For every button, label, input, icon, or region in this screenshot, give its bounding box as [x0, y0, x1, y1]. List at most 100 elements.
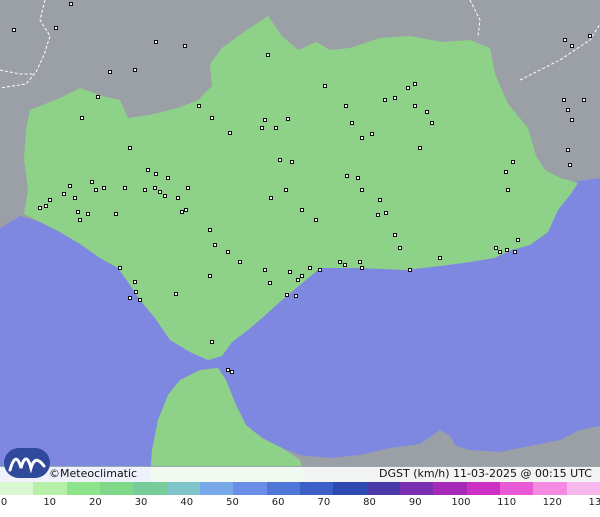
station-marker[interactable]: [384, 211, 388, 215]
station-marker[interactable]: [343, 263, 347, 267]
station-marker[interactable]: [370, 132, 374, 136]
station-marker[interactable]: [566, 108, 570, 112]
station-marker[interactable]: [360, 266, 364, 270]
station-marker[interactable]: [300, 208, 304, 212]
station-marker[interactable]: [513, 250, 517, 254]
station-marker[interactable]: [504, 170, 508, 174]
station-marker[interactable]: [176, 196, 180, 200]
station-marker[interactable]: [123, 186, 127, 190]
station-marker[interactable]: [300, 274, 304, 278]
station-marker[interactable]: [286, 117, 290, 121]
station-marker[interactable]: [186, 186, 190, 190]
station-marker[interactable]: [360, 136, 364, 140]
station-marker[interactable]: [376, 213, 380, 217]
station-marker[interactable]: [406, 86, 410, 90]
station-marker[interactable]: [582, 98, 586, 102]
station-marker[interactable]: [570, 44, 574, 48]
station-marker[interactable]: [158, 190, 162, 194]
station-marker[interactable]: [506, 188, 510, 192]
station-marker[interactable]: [323, 84, 327, 88]
station-marker[interactable]: [314, 218, 318, 222]
station-marker[interactable]: [143, 188, 147, 192]
station-marker[interactable]: [184, 208, 188, 212]
station-marker[interactable]: [228, 131, 232, 135]
station-marker[interactable]: [263, 268, 267, 272]
station-marker[interactable]: [413, 82, 417, 86]
station-marker[interactable]: [12, 28, 16, 32]
station-marker[interactable]: [210, 116, 214, 120]
station-marker[interactable]: [350, 121, 354, 125]
station-marker[interactable]: [511, 160, 515, 164]
station-marker[interactable]: [356, 176, 360, 180]
station-marker[interactable]: [344, 104, 348, 108]
station-marker[interactable]: [138, 298, 142, 302]
station-marker[interactable]: [133, 68, 137, 72]
station-marker[interactable]: [166, 176, 170, 180]
station-marker[interactable]: [285, 293, 289, 297]
station-marker[interactable]: [413, 104, 417, 108]
station-marker[interactable]: [154, 40, 158, 44]
station-marker[interactable]: [48, 198, 52, 202]
station-marker[interactable]: [96, 95, 100, 99]
station-marker[interactable]: [174, 292, 178, 296]
station-marker[interactable]: [268, 281, 272, 285]
station-marker[interactable]: [284, 188, 288, 192]
station-marker[interactable]: [44, 204, 48, 208]
station-marker[interactable]: [288, 270, 292, 274]
station-marker[interactable]: [68, 184, 72, 188]
station-marker[interactable]: [80, 116, 84, 120]
station-marker[interactable]: [383, 98, 387, 102]
station-marker[interactable]: [505, 248, 509, 252]
station-marker[interactable]: [108, 70, 112, 74]
station-marker[interactable]: [263, 118, 267, 122]
station-marker[interactable]: [260, 126, 264, 130]
station-marker[interactable]: [494, 246, 498, 250]
station-marker[interactable]: [128, 146, 132, 150]
station-marker[interactable]: [133, 280, 137, 284]
station-marker[interactable]: [163, 194, 167, 198]
station-marker[interactable]: [430, 121, 434, 125]
station-marker[interactable]: [294, 294, 298, 298]
station-marker[interactable]: [226, 250, 230, 254]
station-marker[interactable]: [183, 44, 187, 48]
station-marker[interactable]: [338, 260, 342, 264]
station-marker[interactable]: [393, 233, 397, 237]
station-marker[interactable]: [378, 198, 382, 202]
station-marker[interactable]: [318, 268, 322, 272]
station-marker[interactable]: [274, 126, 278, 130]
station-marker[interactable]: [568, 163, 572, 167]
station-marker[interactable]: [278, 158, 282, 162]
station-marker[interactable]: [62, 192, 66, 196]
station-marker[interactable]: [154, 172, 158, 176]
station-marker[interactable]: [566, 148, 570, 152]
station-marker[interactable]: [408, 268, 412, 272]
station-marker[interactable]: [90, 180, 94, 184]
station-marker[interactable]: [38, 206, 42, 210]
station-marker[interactable]: [73, 196, 77, 200]
station-marker[interactable]: [269, 196, 273, 200]
station-marker[interactable]: [358, 260, 362, 264]
station-marker[interactable]: [76, 210, 80, 214]
station-marker[interactable]: [208, 274, 212, 278]
station-marker[interactable]: [210, 340, 214, 344]
station-marker[interactable]: [86, 212, 90, 216]
station-marker[interactable]: [114, 212, 118, 216]
station-marker[interactable]: [208, 228, 212, 232]
station-marker[interactable]: [296, 278, 300, 282]
station-marker[interactable]: [226, 368, 230, 372]
station-marker[interactable]: [197, 104, 201, 108]
station-marker[interactable]: [102, 186, 106, 190]
station-marker[interactable]: [398, 246, 402, 250]
station-marker[interactable]: [94, 188, 98, 192]
station-marker[interactable]: [69, 2, 73, 6]
station-marker[interactable]: [418, 146, 422, 150]
station-marker[interactable]: [78, 218, 82, 222]
station-marker[interactable]: [438, 256, 442, 260]
station-marker[interactable]: [230, 370, 234, 374]
station-marker[interactable]: [563, 38, 567, 42]
station-marker[interactable]: [153, 186, 157, 190]
station-marker[interactable]: [118, 266, 122, 270]
weather-map[interactable]: [0, 0, 600, 482]
station-marker[interactable]: [498, 250, 502, 254]
station-marker[interactable]: [213, 243, 217, 247]
